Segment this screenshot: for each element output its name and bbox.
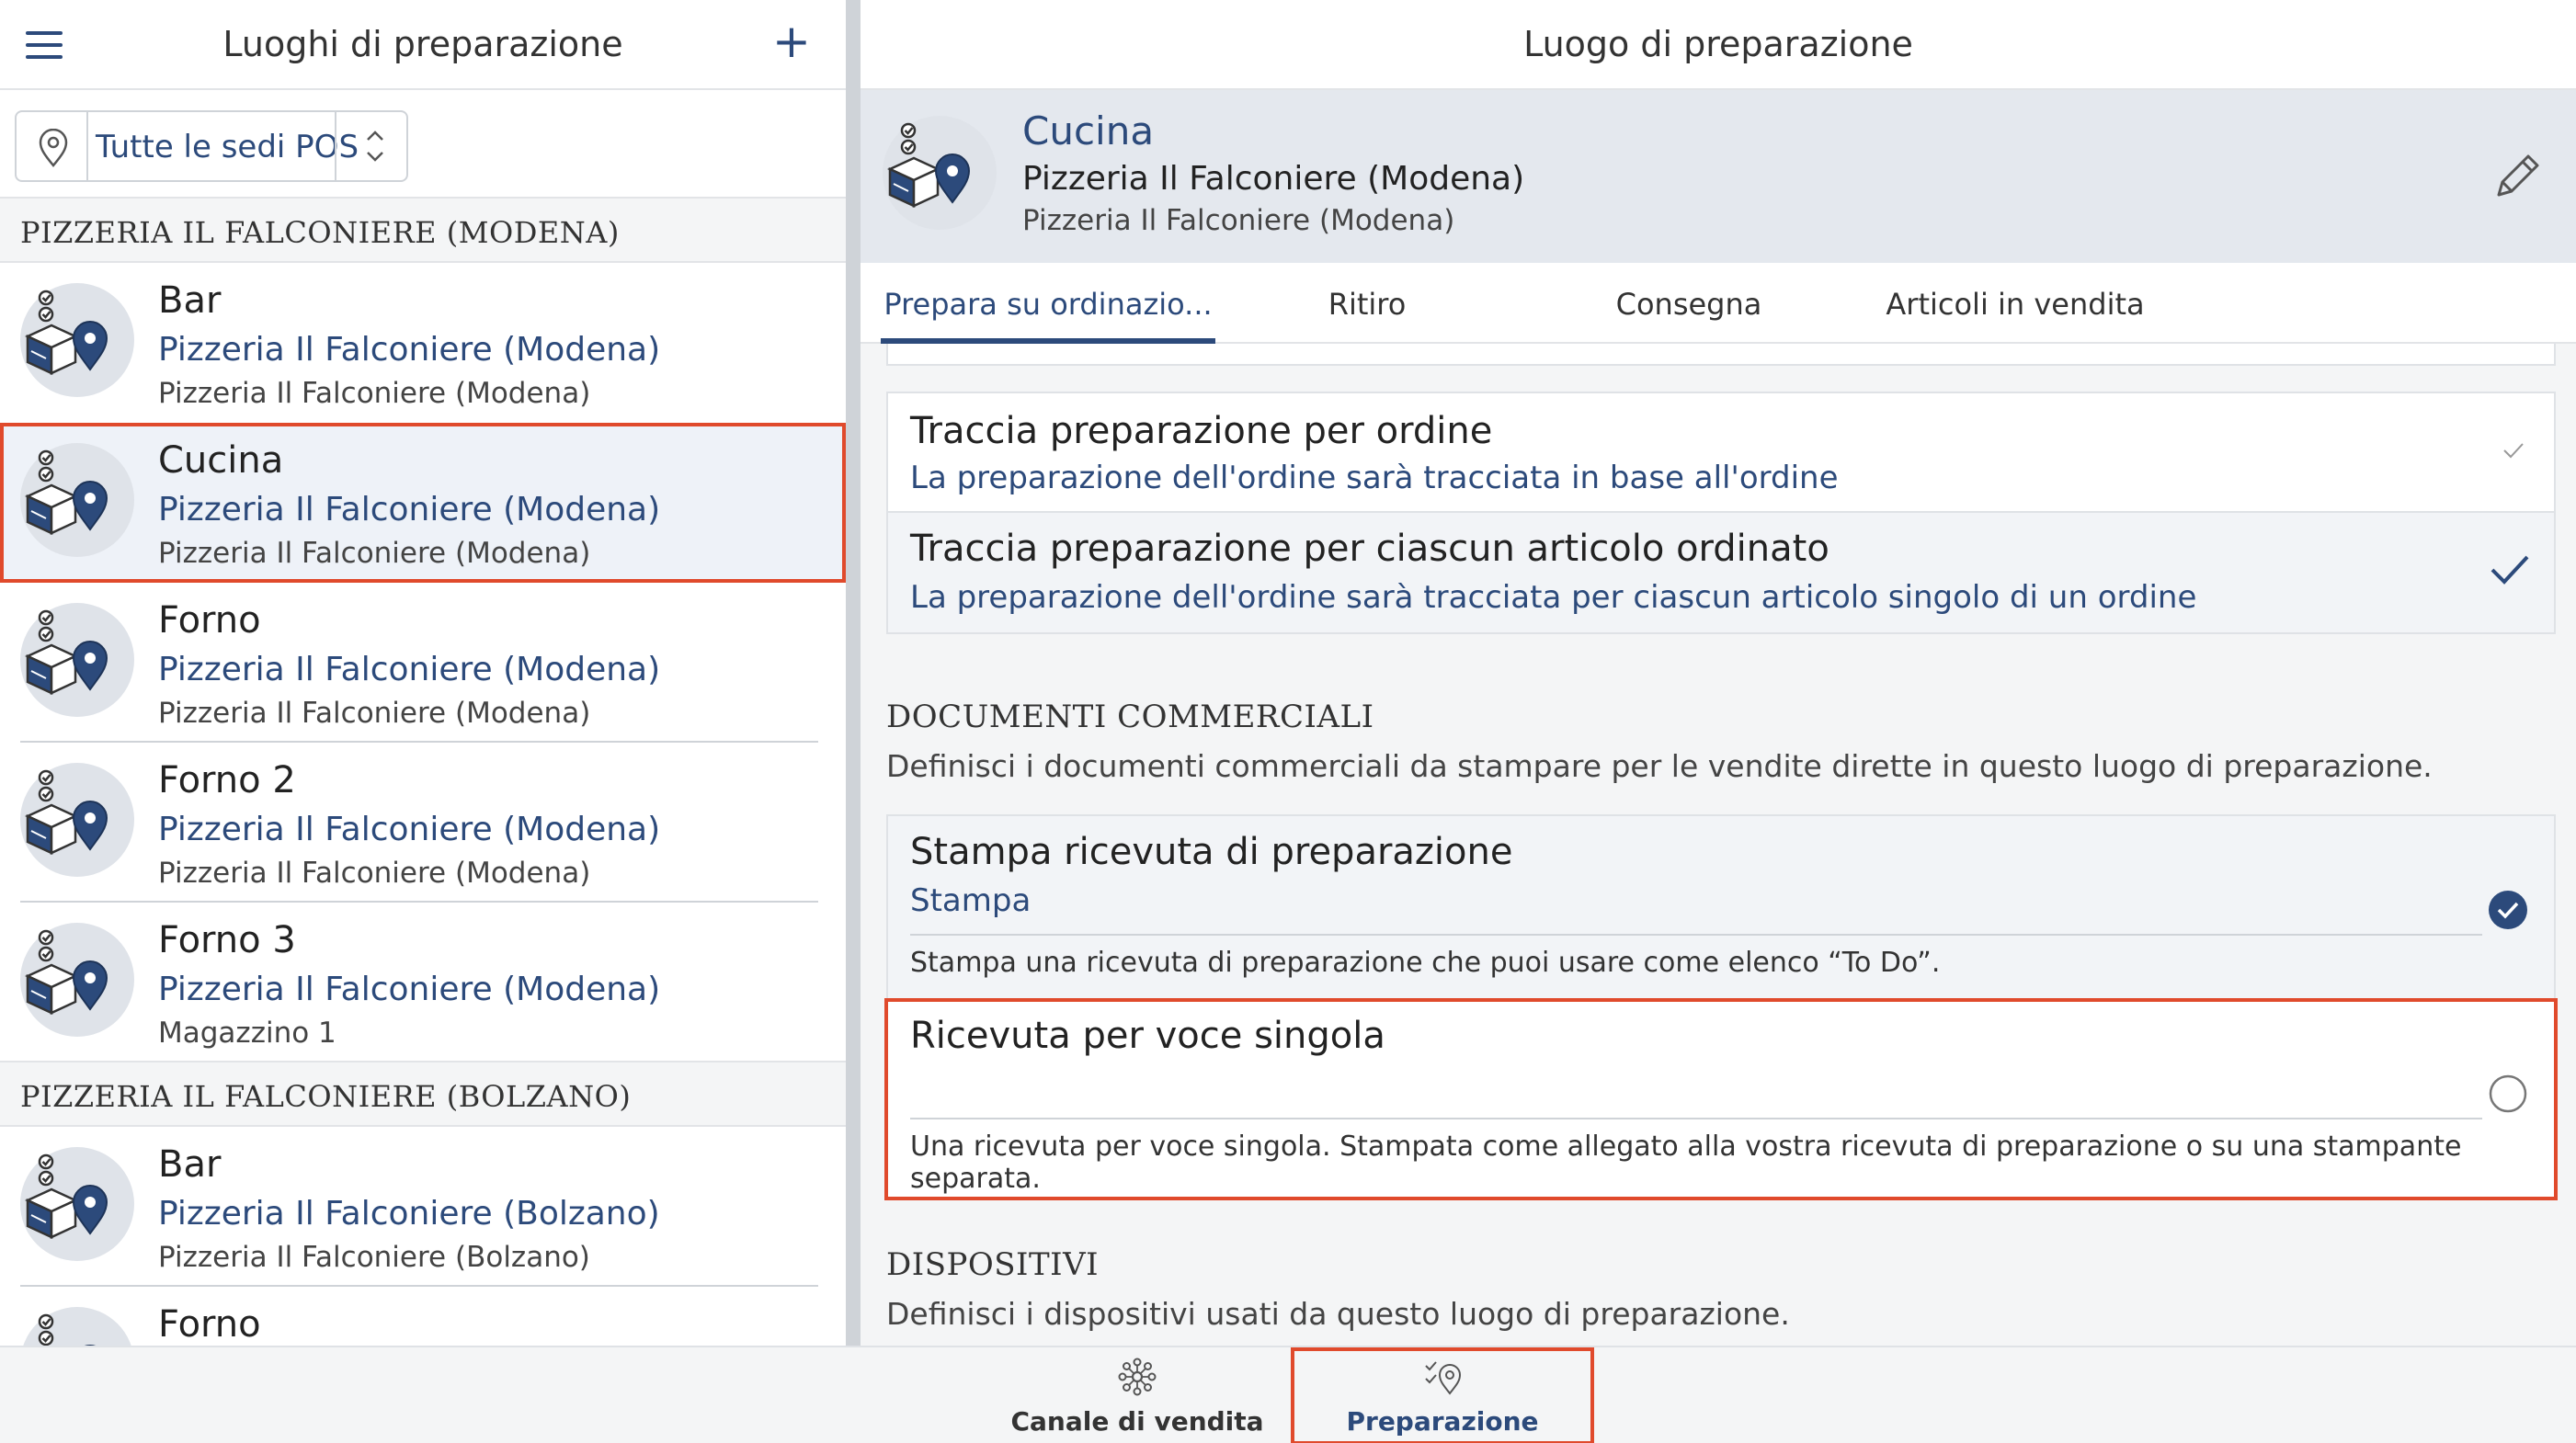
option-title: Traccia preparazione per ciascun articol… bbox=[910, 528, 1829, 570]
nav-preparazione[interactable]: Preparazione bbox=[1291, 1347, 1594, 1443]
location-detail-panel: Luogo di preparazione Cucina Pizzeria Il… bbox=[861, 0, 2576, 1346]
detail-title: Luogo di preparazione bbox=[1523, 24, 1913, 64]
edit-pencil-icon[interactable] bbox=[2490, 149, 2545, 204]
detail-name: Cucina bbox=[1022, 108, 1155, 153]
nav-canale-di-vendita[interactable]: Canale di vendita bbox=[986, 1347, 1289, 1443]
option-title: Traccia preparazione per ordine bbox=[910, 410, 1493, 452]
location-warehouse: Pizzeria Il Falconiere (Modena) bbox=[158, 697, 591, 730]
location-name: Forno bbox=[158, 1303, 261, 1346]
prep-location-icon bbox=[18, 1145, 136, 1263]
prep-location-icon bbox=[881, 114, 998, 232]
sales-channel-icon bbox=[1118, 1358, 1157, 1396]
option-subtitle: La preparazione dell'ordine sarà traccia… bbox=[910, 460, 1839, 496]
prep-location-icon bbox=[18, 761, 136, 879]
section-header-modena: PIZZERIA IL FALCONIERE (MODENA) bbox=[0, 197, 846, 263]
tab-articoli-in-vendita[interactable]: Articoli in vendita bbox=[1859, 287, 2171, 322]
doc-stampa-ricevuta[interactable]: Stampa ricevuta di preparazione Stampa S… bbox=[886, 814, 2556, 1013]
location-site: Pizzeria Il Falconiere (Modena) bbox=[158, 331, 661, 369]
preparation-icon bbox=[1425, 1361, 1462, 1395]
checked-circle-icon[interactable] bbox=[2488, 890, 2528, 930]
option-subtitle: La preparazione dell'ordine sarà traccia… bbox=[910, 579, 2197, 616]
add-location-button[interactable]: + bbox=[772, 18, 811, 64]
doc-title: Ricevuta per voce singola bbox=[910, 1015, 1385, 1057]
chevron-up-down-icon bbox=[367, 131, 383, 162]
location-warehouse: Magazzino 1 bbox=[158, 1017, 336, 1050]
location-name: Forno 2 bbox=[158, 759, 296, 801]
location-name: Forno 3 bbox=[158, 919, 296, 961]
previous-card-edge bbox=[886, 344, 2556, 366]
locations-panel: Luoghi di preparazione + Tutte le sedi P… bbox=[0, 0, 846, 1346]
check-icon bbox=[2503, 443, 2524, 459]
doc-footnote: Una ricevuta per voce singola. Stampata … bbox=[910, 1131, 2462, 1195]
location-item-forno2-modena[interactable]: Forno 2 Pizzeria Il Falconiere (Modena) … bbox=[0, 743, 846, 903]
pos-site-value: Tutte le sedi POS bbox=[96, 129, 359, 165]
dispositivi-header: DISPOSITIVI bbox=[886, 1246, 1100, 1283]
location-site: Pizzeria Il Falconiere (Bolzano) bbox=[158, 1195, 660, 1233]
location-item-forno3-modena[interactable]: Forno 3 Pizzeria Il Falconiere (Modena) … bbox=[0, 903, 846, 1062]
prep-location-icon bbox=[18, 281, 136, 399]
locations-title: Luoghi di preparazione bbox=[222, 24, 623, 64]
location-warehouse: Pizzeria Il Falconiere (Bolzano) bbox=[158, 1241, 590, 1274]
bottom-nav: Canale di vendita Preparazione bbox=[0, 1346, 2576, 1443]
dispositivi-description: Definisci i dispositivi usati da questo … bbox=[886, 1296, 1790, 1332]
location-item-forno-modena[interactable]: Forno Pizzeria Il Falconiere (Modena) Pi… bbox=[0, 583, 846, 743]
location-warehouse: Pizzeria Il Falconiere (Modena) bbox=[158, 537, 591, 570]
location-site: Pizzeria Il Falconiere (Modena) bbox=[158, 651, 661, 688]
tracking-option-per-articolo[interactable]: Traccia preparazione per ciascun articol… bbox=[888, 513, 2554, 632]
tracking-option-per-ordine[interactable]: Traccia preparazione per ordine La prepa… bbox=[888, 393, 2554, 513]
location-name: Cucina bbox=[158, 439, 284, 482]
location-site: Pizzeria Il Falconiere (Modena) bbox=[158, 491, 661, 528]
prep-location-icon bbox=[18, 1305, 136, 1346]
location-name: Bar bbox=[158, 1143, 222, 1186]
locations-header: Luoghi di preparazione + bbox=[0, 0, 846, 90]
documenti-header: DOCUMENTI COMMERCIALI bbox=[886, 699, 1374, 735]
doc-subtitle: Stampa bbox=[910, 882, 1032, 919]
prep-location-icon bbox=[18, 921, 136, 1039]
location-item-bar-bolzano[interactable]: Bar Pizzeria Il Falconiere (Bolzano) Piz… bbox=[0, 1127, 846, 1287]
doc-title: Stampa ricevuta di preparazione bbox=[910, 831, 1513, 873]
check-icon bbox=[2491, 555, 2529, 585]
location-site: Pizzeria Il Falconiere (Modena) bbox=[158, 811, 661, 848]
empty-circle-icon[interactable] bbox=[2488, 1074, 2528, 1114]
panel-divider[interactable] bbox=[846, 0, 861, 1346]
location-item-forno-bolzano[interactable]: Forno bbox=[0, 1287, 846, 1346]
detail-header: Luogo di preparazione bbox=[861, 0, 2576, 90]
prep-location-icon bbox=[18, 441, 136, 559]
location-warehouse: Pizzeria Il Falconiere (Modena) bbox=[158, 377, 591, 410]
location-name: Forno bbox=[158, 599, 261, 642]
prep-location-icon bbox=[18, 601, 136, 719]
detail-tabs: Prepara su ordinazio... Ritiro Consegna … bbox=[861, 263, 2576, 344]
location-warehouse: Pizzeria Il Falconiere (Modena) bbox=[158, 857, 591, 890]
doc-ricevuta-voce-singola[interactable]: Ricevuta per voce singola Una ricevuta p… bbox=[884, 998, 2558, 1200]
pos-site-selector[interactable]: Tutte le sedi POS bbox=[15, 110, 408, 182]
location-name: Bar bbox=[158, 279, 222, 322]
tab-consegna[interactable]: Consegna bbox=[1519, 287, 1859, 322]
tab-prepara-su-ordinazione[interactable]: Prepara su ordinazio... bbox=[881, 287, 1215, 322]
detail-warehouse: Pizzeria Il Falconiere (Modena) bbox=[1022, 204, 1455, 237]
documenti-description: Definisci i documenti commerciali da sta… bbox=[886, 748, 2433, 784]
section-header-bolzano: PIZZERIA IL FALCONIERE (BOLZANO) bbox=[0, 1061, 846, 1127]
location-site: Pizzeria Il Falconiere (Modena) bbox=[158, 971, 661, 1008]
nav-label: Canale di vendita bbox=[1010, 1406, 1264, 1437]
nav-label: Preparazione bbox=[1346, 1406, 1539, 1437]
location-summary: Cucina Pizzeria Il Falconiere (Modena) P… bbox=[861, 90, 2576, 263]
location-pin-icon bbox=[39, 129, 68, 167]
location-item-cucina-modena[interactable]: Cucina Pizzeria Il Falconiere (Modena) P… bbox=[0, 423, 846, 583]
detail-site: Pizzeria Il Falconiere (Modena) bbox=[1022, 160, 1525, 198]
tracking-options: Traccia preparazione per ordine La prepa… bbox=[886, 392, 2556, 634]
location-item-bar-modena[interactable]: Bar Pizzeria Il Falconiere (Modena) Pizz… bbox=[0, 263, 846, 423]
tab-ritiro[interactable]: Ritiro bbox=[1215, 287, 1519, 322]
doc-footnote: Stampa una ricevuta di preparazione che … bbox=[910, 947, 1941, 979]
